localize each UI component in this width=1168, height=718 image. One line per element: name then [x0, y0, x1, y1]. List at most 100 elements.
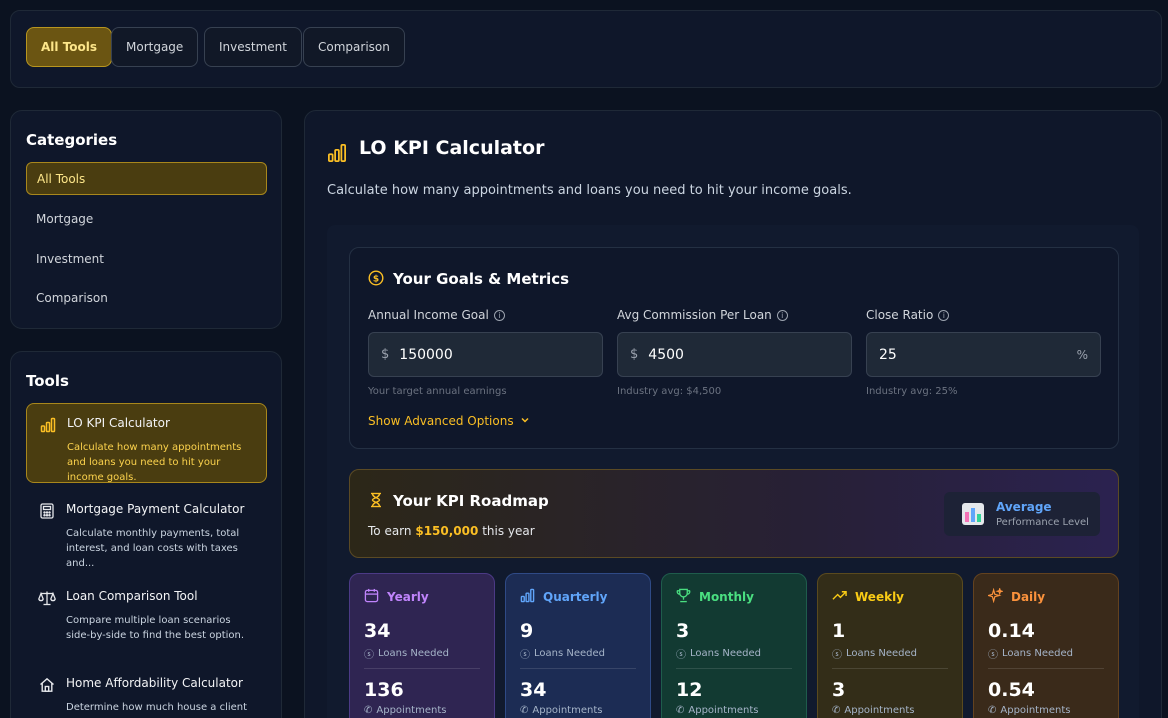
tool-name: Loan Comparison Tool [66, 589, 198, 603]
label-text: Appointments [844, 705, 915, 716]
svg-text:$: $ [373, 274, 379, 284]
appointments-label: ✆ Appointments [364, 705, 480, 716]
dollar-circle-icon: ⓢ [832, 650, 842, 661]
loans-needed-label: ⓢ Loans Needed [520, 646, 636, 661]
tool-name: LO KPI Calculator [67, 416, 170, 430]
loans-needed-value: 0.14 [988, 620, 1035, 642]
appointments-value: 34 [520, 679, 547, 701]
scale-icon [38, 589, 56, 607]
appointments-value: 136 [364, 679, 404, 701]
page-title: LO KPI Calculator [359, 137, 545, 159]
period-name: Monthly [699, 590, 754, 604]
roadmap-title: Your KPI Roadmap [393, 492, 549, 510]
roadmap-subtitle: To earn $150,000 this year [368, 524, 535, 538]
dollar-circle-icon: ⓢ [676, 650, 686, 661]
chevron-down-icon [520, 414, 530, 428]
loans-needed-value: 3 [676, 620, 690, 642]
top-filter-bar: All Tools Mortgage Investment Comparison [10, 10, 1162, 88]
tool-name: Home Affordability Calculator [66, 676, 243, 690]
tab-investment[interactable]: Investment [204, 27, 302, 67]
field-label: Annual Income Goal i [368, 308, 505, 322]
category-mortgage[interactable]: Mortgage [26, 202, 267, 235]
field-hint: Industry avg: $4,500 [617, 386, 722, 397]
info-icon[interactable]: i [938, 309, 950, 321]
appointments-value: 3 [832, 679, 846, 701]
dollar-circle-icon: $ [368, 270, 384, 290]
loans-needed-label: ⓢ Loans Needed [988, 646, 1104, 661]
card-header: Monthly [676, 588, 792, 606]
tools-title: Tools [26, 372, 69, 390]
yearly-card: Yearly 34 ⓢ Loans Needed 136 ✆ Appointment… [349, 573, 495, 718]
phone-icon: ✆ [364, 705, 373, 716]
loans-needed-value: 1 [832, 620, 846, 642]
tool-description: Calculate how many appointments and loan… [67, 442, 242, 483]
period-name: Quarterly [543, 590, 608, 604]
info-icon[interactable]: i [493, 309, 505, 321]
bar-chart-icon [39, 416, 57, 434]
field-label: Avg Commission Per Loan i [617, 308, 788, 322]
tool-description: Compare multiple loan scenarios side-by-… [66, 615, 245, 641]
home-icon [38, 676, 56, 694]
daily-card: Daily 0.14 ⓢ Loans Needed 0.54 ✆ Appointme… [973, 573, 1119, 718]
annual-income-label: Annual Income Goal [368, 308, 489, 322]
close-ratio-input[interactable]: 25 % [866, 332, 1101, 377]
label-text: Appointments [532, 705, 603, 716]
annual-income-input[interactable]: $ 150000 [368, 332, 603, 377]
currency-prefix: $ [630, 347, 639, 362]
field-hint: Your target annual earnings [368, 386, 507, 397]
category-investment[interactable]: Investment [26, 242, 267, 275]
card-header: Quarterly [520, 588, 636, 606]
appointments-label: ✆ Appointments [520, 705, 636, 716]
label-text: Appointments [688, 705, 759, 716]
advanced-label: Show Advanced Options [368, 414, 514, 428]
categories-title: Categories [26, 131, 118, 149]
tab-mortgage[interactable]: Mortgage [111, 27, 199, 67]
category-comparison[interactable]: Comparison [26, 281, 267, 314]
avg-commission-value: 4500 [648, 346, 684, 363]
label-text: Loans Needed [846, 648, 918, 659]
tool-mortgage-payment-calculator[interactable]: Mortgage Payment Calculator Calculate mo… [26, 490, 267, 570]
performance-caption: Performance Level [996, 517, 1089, 528]
percent-suffix: % [1076, 347, 1088, 362]
tool-description: Determine how much house a client can [66, 702, 248, 718]
tab-all-tools[interactable]: All Tools [26, 27, 113, 67]
dollar-circle-icon: ⓢ [520, 650, 530, 661]
tool-loan-comparison[interactable]: Loan Comparison Tool Compare multiple lo… [26, 577, 267, 657]
loans-needed-value: 34 [364, 620, 391, 642]
label-text: Loans Needed [378, 648, 450, 659]
loans-needed-label: ⓢ Loans Needed [832, 646, 948, 661]
appointments-value: 0.54 [988, 679, 1035, 701]
bar-chart-icon [327, 143, 347, 167]
field-label: Close Ratio i [866, 308, 950, 322]
appointments-label: ✆ Appointments [832, 705, 948, 716]
tools-panel: Tools LO KPI Calculator Calculate how ma… [10, 351, 282, 718]
divider [988, 668, 1104, 669]
avg-commission-label: Avg Commission Per Loan [617, 308, 772, 322]
show-advanced-options-button[interactable]: Show Advanced Options [368, 414, 530, 428]
period-name: Weekly [855, 590, 905, 604]
appointments-value: 12 [676, 679, 703, 701]
trending-up-icon [832, 588, 847, 606]
close-ratio-label: Close Ratio [866, 308, 934, 322]
close-ratio-value: 25 [879, 346, 897, 363]
tool-name: Mortgage Payment Calculator [66, 502, 245, 516]
tool-lo-kpi-calculator[interactable]: LO KPI Calculator Calculate how many app… [26, 403, 267, 483]
info-icon[interactable]: i [776, 309, 788, 321]
phone-icon: ✆ [676, 705, 685, 716]
avg-commission-input[interactable]: $ 4500 [617, 332, 852, 377]
roadmap-amount: $150,000 [415, 524, 479, 538]
calculator-panel: LO KPI Calculator Calculate how many app… [304, 110, 1162, 718]
sparkles-icon [986, 586, 1005, 606]
loans-needed-label: ⓢ Loans Needed [364, 646, 480, 661]
phone-icon: ✆ [832, 705, 841, 716]
calculator-icon [38, 502, 56, 520]
tab-comparison[interactable]: Comparison [303, 27, 405, 67]
phone-icon: ✆ [520, 705, 529, 716]
trophy-icon [676, 588, 691, 606]
tool-home-affordability[interactable]: Home Affordability Calculator Determine … [26, 664, 267, 718]
period-name: Daily [1011, 590, 1046, 604]
category-all-tools[interactable]: All Tools [26, 162, 267, 195]
weekly-card: Weekly 1 ⓢ Loans Needed 3 ✆ Appointments [817, 573, 963, 718]
divider [364, 668, 480, 669]
loans-needed-label: ⓢ Loans Needed [676, 646, 792, 661]
